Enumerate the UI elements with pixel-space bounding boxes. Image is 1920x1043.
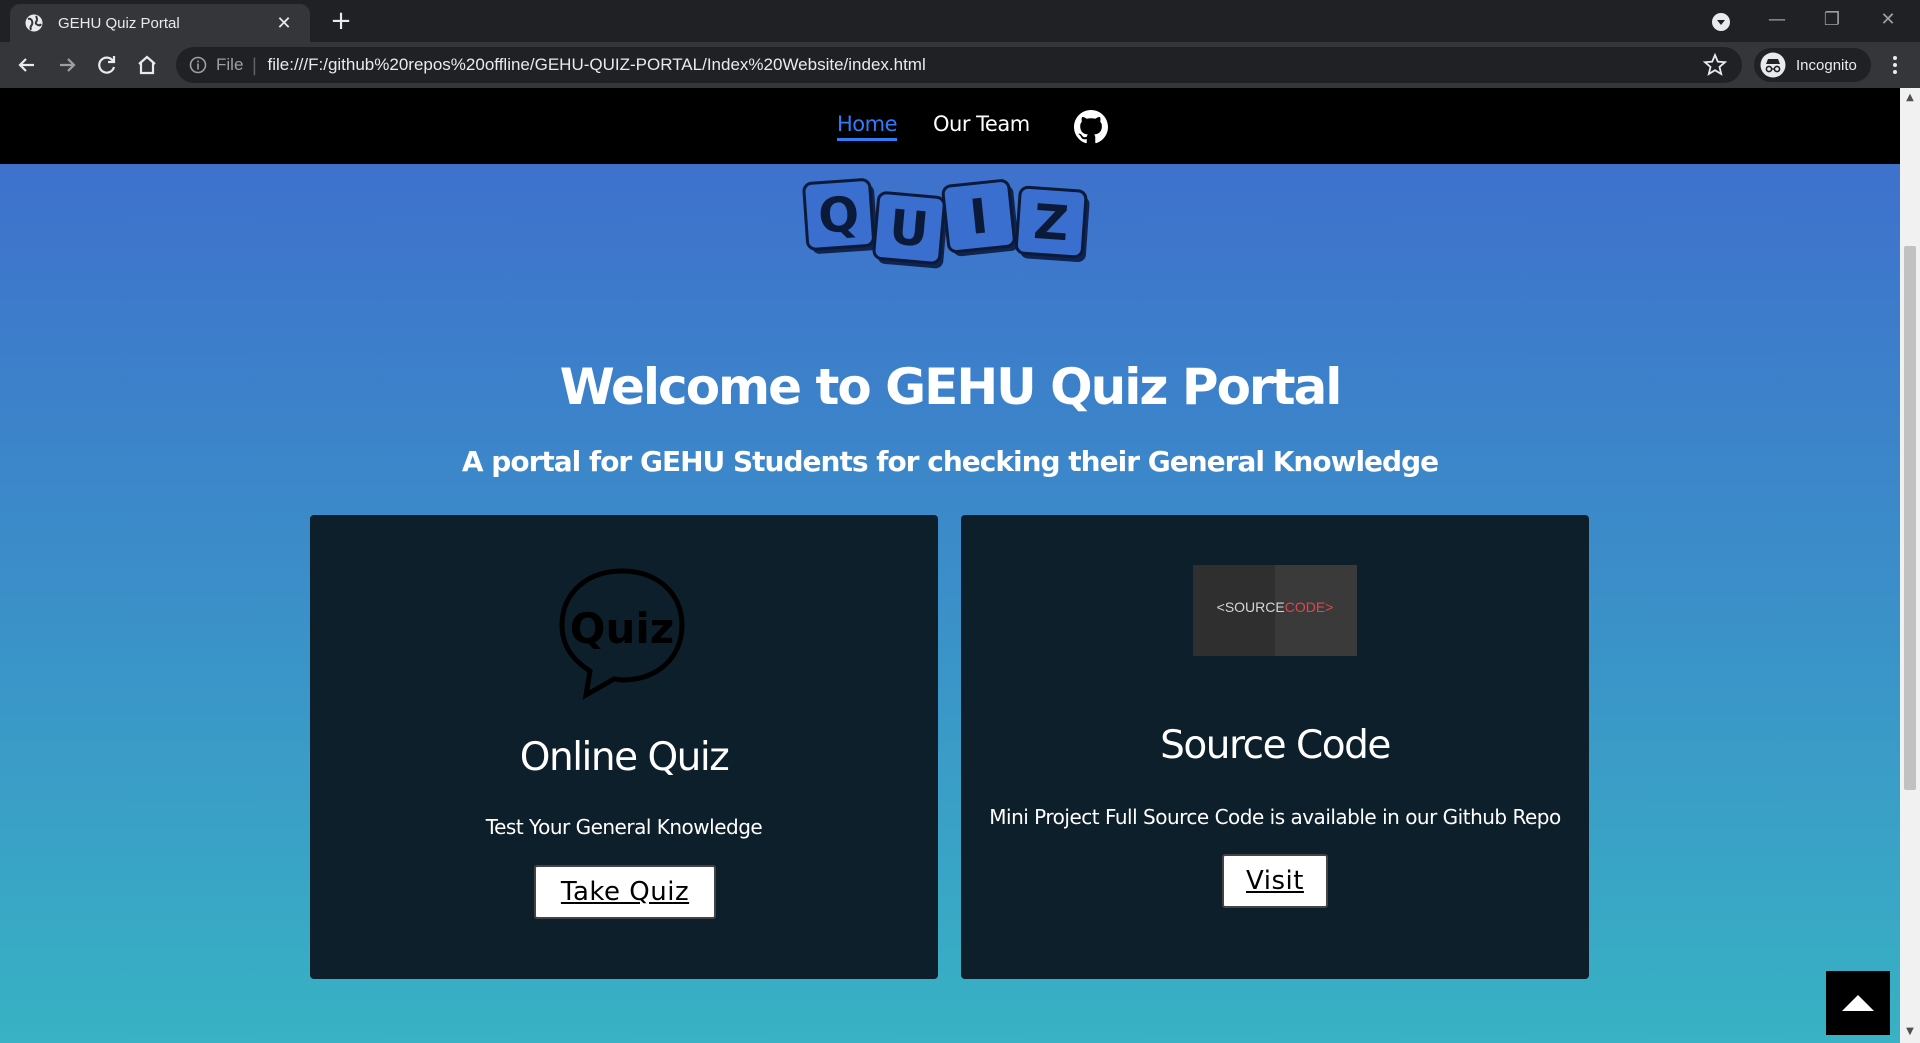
tab-title: GEHU Quiz Portal bbox=[58, 14, 180, 32]
bookmark-star-icon[interactable] bbox=[1702, 52, 1728, 78]
reload-icon[interactable] bbox=[92, 50, 122, 80]
back-to-top-icon[interactable] bbox=[1826, 971, 1890, 1035]
omnibox-divider: | bbox=[251, 54, 258, 76]
tab-strip: GEHU Quiz Portal ✕ + — ❐ ✕ bbox=[0, 0, 1920, 42]
forward-icon[interactable] bbox=[52, 50, 82, 80]
browser-toolbar: File | file:///F:/github%20repos%20offli… bbox=[0, 42, 1920, 88]
source-code-image: <SOURCECODE> bbox=[1193, 565, 1357, 656]
source-image-text-right: CODE> bbox=[1284, 599, 1334, 615]
online-quiz-description: Test Your General Knowledge bbox=[485, 815, 763, 839]
quiz-image-text: Quiz bbox=[570, 604, 674, 653]
nav-our-team-link[interactable]: Our Team bbox=[933, 112, 1030, 136]
source-image-text-left: <SOURCE bbox=[1216, 599, 1285, 615]
browser-tab[interactable]: GEHU Quiz Portal ✕ bbox=[10, 4, 310, 42]
url-text[interactable]: file:///F:/github%20repos%20offline/GEHU… bbox=[267, 55, 1702, 75]
more-options-icon[interactable] bbox=[1880, 50, 1910, 80]
page-subtitle: A portal for GEHU Students for checking … bbox=[461, 445, 1439, 478]
page-scrollbar[interactable]: ▲ ▼ bbox=[1900, 88, 1920, 1043]
tab-close-icon[interactable]: ✕ bbox=[272, 13, 296, 34]
scrollbar-thumb[interactable] bbox=[1904, 246, 1916, 790]
online-quiz-title: Online Quiz bbox=[519, 735, 730, 780]
incognito-icon bbox=[1760, 52, 1786, 78]
logo-letter-z: Z bbox=[1032, 194, 1071, 252]
new-tab-icon[interactable]: + bbox=[325, 6, 357, 38]
page-viewport: Home Our Team Q U I Z Welcome to GEHU Qu… bbox=[0, 88, 1900, 1043]
minimize-icon[interactable]: — bbox=[1751, 4, 1803, 36]
quiz-speech-bubble-icon: Quiz bbox=[559, 568, 685, 700]
home-icon[interactable] bbox=[132, 50, 162, 80]
scroll-up-arrow-icon[interactable]: ▲ bbox=[1904, 92, 1916, 104]
incognito-profile[interactable]: Incognito bbox=[1754, 48, 1871, 82]
github-icon[interactable] bbox=[1074, 110, 1108, 144]
incognito-label: Incognito bbox=[1796, 56, 1857, 74]
close-window-icon[interactable]: ✕ bbox=[1862, 4, 1914, 36]
site-navbar: Home Our Team bbox=[0, 88, 1900, 164]
globe-icon bbox=[25, 14, 43, 32]
take-quiz-button[interactable]: Take Quiz bbox=[534, 865, 716, 919]
scheme-label: File bbox=[216, 55, 244, 74]
source-code-card: <SOURCECODE> Source Code Mini Project Fu… bbox=[961, 515, 1589, 979]
visit-button[interactable]: Visit bbox=[1222, 854, 1328, 908]
quiz-logo: Q U I Z bbox=[802, 178, 1090, 269]
logo-letter-q: Q bbox=[816, 186, 861, 245]
tab-search-icon[interactable] bbox=[1709, 10, 1733, 34]
restore-icon[interactable]: ❐ bbox=[1806, 4, 1858, 36]
page-title: Welcome to GEHU Quiz Portal bbox=[559, 358, 1343, 416]
source-code-description: Mini Project Full Source Code is availab… bbox=[989, 805, 1561, 829]
source-code-title: Source Code bbox=[1160, 723, 1391, 768]
info-icon[interactable] bbox=[188, 55, 208, 75]
logo-letter-u: U bbox=[887, 199, 931, 258]
nav-home-link[interactable]: Home bbox=[837, 112, 898, 141]
back-icon[interactable] bbox=[12, 50, 42, 80]
scroll-down-arrow-icon[interactable]: ▼ bbox=[1904, 1026, 1916, 1038]
online-quiz-card: Quiz Online Quiz Test Your General Knowl… bbox=[310, 515, 938, 979]
address-bar[interactable]: File | file:///F:/github%20repos%20offli… bbox=[176, 47, 1742, 83]
